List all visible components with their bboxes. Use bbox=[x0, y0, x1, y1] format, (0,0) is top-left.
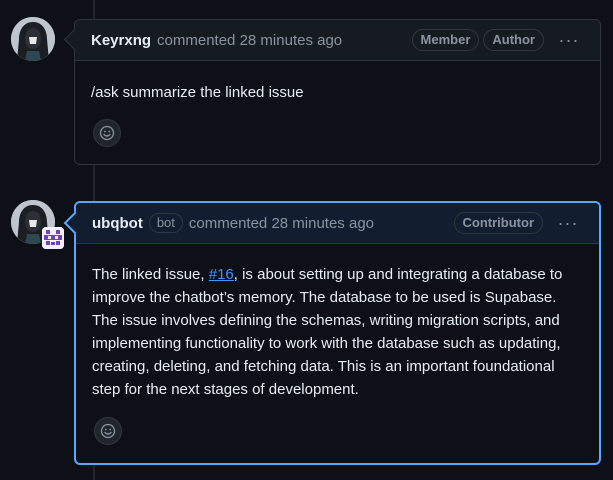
comment-header: ubqbot bot commented 28 minutes ago Cont… bbox=[63, 203, 599, 244]
hooded-figure-avatar-icon bbox=[11, 17, 55, 61]
kebab-menu-icon[interactable]: ··· bbox=[553, 211, 583, 235]
comment-time[interactable]: 28 minutes ago bbox=[240, 32, 343, 49]
smiley-icon bbox=[100, 423, 116, 439]
add-reaction-button[interactable] bbox=[93, 119, 121, 147]
author-badge: Author bbox=[483, 29, 544, 51]
contributor-badge: Contributor bbox=[453, 212, 543, 234]
header-actions: Contributor ··· bbox=[453, 211, 583, 235]
comment-meta: commented 28 minutes ago bbox=[157, 32, 342, 49]
comment-text-suffix: , is about setting up and integrating a … bbox=[92, 266, 563, 398]
comment-header: Keyrxng commented 28 minutes ago Member … bbox=[63, 20, 600, 61]
pixel-bot-icon bbox=[42, 227, 64, 249]
comment-keyrxng: Keyrxng commented 28 minutes ago Member … bbox=[63, 19, 601, 165]
issue-link[interactable]: #16 bbox=[209, 266, 234, 283]
comment-ubqbot: ubqbot bot commented 28 minutes ago Cont… bbox=[63, 201, 601, 465]
bot-avatar-badge bbox=[42, 227, 64, 249]
smiley-icon bbox=[99, 125, 115, 141]
comment-body: The linked issue, #16, is about setting … bbox=[76, 244, 599, 401]
comment-pointer bbox=[63, 211, 87, 235]
comment-author[interactable]: Keyrxng bbox=[91, 32, 151, 49]
comment-author[interactable]: ubqbot bbox=[92, 215, 143, 232]
kebab-menu-icon[interactable]: ··· bbox=[554, 28, 584, 52]
comment-action: commented bbox=[188, 214, 268, 232]
member-badge: Member bbox=[411, 29, 480, 51]
add-reaction-button[interactable] bbox=[94, 417, 122, 445]
comment-pointer bbox=[63, 28, 86, 51]
comment-text-prefix: The linked issue, bbox=[92, 266, 209, 283]
header-actions: Member Author ··· bbox=[411, 28, 584, 52]
comment-body: /ask summarize the linked issue bbox=[75, 61, 600, 104]
comment-action: commented bbox=[157, 31, 236, 49]
comment-meta: commented 28 minutes ago bbox=[189, 215, 374, 232]
comment-time[interactable]: 28 minutes ago bbox=[271, 215, 374, 232]
comment-text: /ask summarize the linked issue bbox=[91, 84, 304, 101]
avatar-keyrxng[interactable] bbox=[11, 17, 55, 61]
bot-label: bot bbox=[148, 213, 183, 233]
